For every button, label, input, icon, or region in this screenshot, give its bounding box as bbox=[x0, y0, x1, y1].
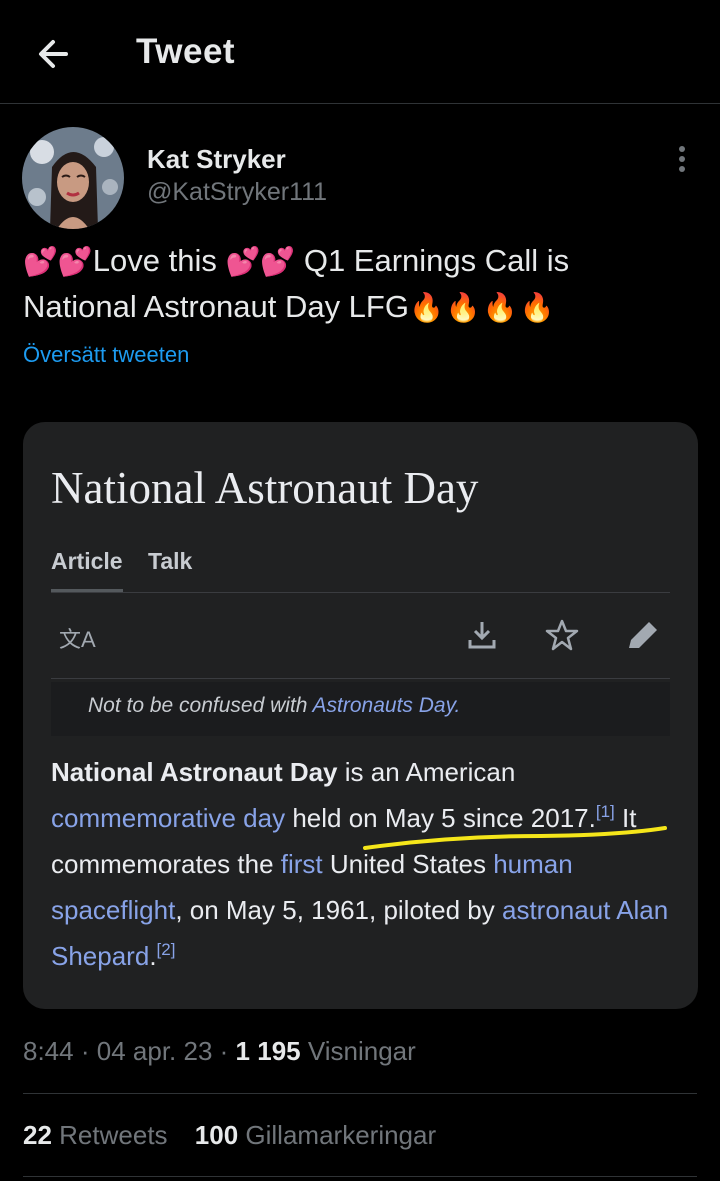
divider bbox=[51, 592, 670, 593]
hearts-emoji: 💕 bbox=[260, 246, 296, 277]
divider bbox=[23, 1093, 697, 1094]
back-arrow-icon[interactable] bbox=[32, 32, 76, 76]
tweet-date: 04 apr. 23 bbox=[96, 1036, 213, 1066]
tweet-text: 💕💕Love this 💕💕 Q1 Earnings Call is Natio… bbox=[23, 238, 683, 330]
views-label: Visningar bbox=[307, 1036, 416, 1066]
link-first: first bbox=[280, 849, 323, 879]
top-bar: Tweet bbox=[0, 0, 720, 104]
hearts-emoji: 💕 bbox=[57, 246, 93, 277]
more-options-icon[interactable] bbox=[668, 142, 696, 176]
hatnote-link: Astronauts Day. bbox=[312, 694, 461, 717]
page-title: Tweet bbox=[136, 32, 236, 71]
retweets-label: Retweets bbox=[59, 1120, 168, 1150]
tweet-meta: 8:44 · 04 apr. 23 · 1 195 Visningar bbox=[23, 1036, 416, 1067]
language-icon: 文A bbox=[59, 627, 96, 652]
views-count: 1 195 bbox=[235, 1036, 301, 1066]
hatnote: Not to be confused with Astronauts Day. bbox=[51, 682, 670, 736]
tweet-text-part1: Love this bbox=[92, 243, 217, 278]
ref-2: [2] bbox=[156, 940, 176, 959]
para-text: is an American bbox=[344, 757, 516, 787]
para-text: . bbox=[149, 941, 157, 971]
likes-count: 100 bbox=[194, 1120, 239, 1150]
fire-emoji: 🔥 bbox=[445, 292, 481, 323]
likes-label: Gillamarkeringar bbox=[245, 1120, 437, 1150]
separator: · bbox=[80, 1036, 90, 1066]
embedded-image[interactable]: National Astronaut Day Article Talk 文A N… bbox=[23, 422, 698, 1009]
tweet-text-part2: Q1 Earnings Call is bbox=[303, 243, 570, 278]
fire-emoji: 🔥 bbox=[519, 292, 555, 323]
star-icon bbox=[545, 619, 579, 651]
tab-talk: Talk bbox=[148, 548, 193, 574]
para-text: , on May 5, 1961, piloted by bbox=[175, 895, 495, 925]
tweet-text-part3: National Astronaut Day LFG bbox=[23, 289, 409, 324]
hearts-emoji: 💕 bbox=[225, 246, 261, 277]
tab-article: Article bbox=[51, 548, 123, 574]
ref-1: [1] bbox=[595, 802, 615, 821]
hearts-emoji: 💕 bbox=[23, 246, 58, 277]
wiki-title: National Astronaut Day bbox=[51, 463, 479, 513]
author-name[interactable]: Kat Stryker bbox=[147, 144, 286, 175]
link-commemorative-day: commemorative day bbox=[51, 803, 286, 833]
tweet-stats: 22 Retweets 100 Gillamarkeringar bbox=[23, 1120, 456, 1151]
divider bbox=[23, 1176, 697, 1177]
tweet-time: 8:44 bbox=[23, 1036, 74, 1066]
fire-emoji: 🔥 bbox=[482, 292, 518, 323]
translate-tweet-link[interactable]: Översätt tweeten bbox=[23, 342, 189, 368]
edit-pencil-icon bbox=[629, 622, 657, 648]
download-icon bbox=[468, 622, 496, 649]
likes-stat[interactable]: 100 Gillamarkeringar bbox=[195, 1120, 436, 1150]
fire-emoji: 🔥 bbox=[408, 292, 444, 323]
retweets-count: 22 bbox=[23, 1120, 52, 1150]
author-handle[interactable]: @KatStryker111 bbox=[147, 178, 327, 207]
separator: · bbox=[219, 1036, 229, 1066]
article-paragraph: National Astronaut Day is an American co… bbox=[51, 749, 681, 979]
divider bbox=[51, 678, 670, 679]
bold-term: National Astronaut Day bbox=[51, 757, 338, 787]
retweets-stat[interactable]: 22 Retweets bbox=[23, 1120, 175, 1150]
hatnote-text: Not to be confused with bbox=[88, 694, 308, 717]
avatar[interactable] bbox=[22, 127, 124, 229]
yellow-highlight-underline bbox=[363, 826, 667, 850]
link-astronaut: astronaut bbox=[501, 895, 611, 925]
